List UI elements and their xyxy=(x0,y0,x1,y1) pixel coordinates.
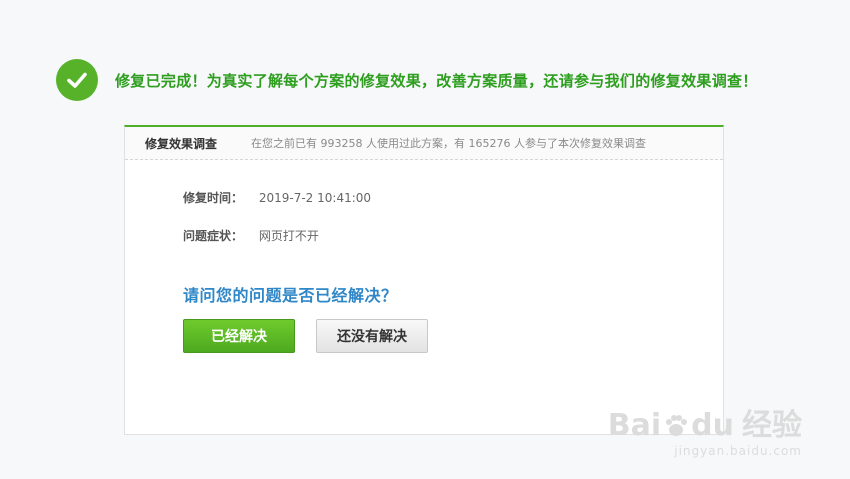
watermark-brand-cn: 经验 xyxy=(742,408,802,443)
symptom-value: 网页打不开 xyxy=(258,229,319,243)
repair-time-value: 2019-7-2 10:41:00 xyxy=(258,191,372,205)
symptom-row: 问题症状： 网页打不开 xyxy=(183,227,319,244)
survey-card-header: 修复效果调查 在您之前已有 993258 人使用过此方案，有 165276 人参… xyxy=(125,127,723,160)
baidu-jingyan-watermark: Bai du 经验 jingyan.baidu.com xyxy=(608,411,802,458)
watermark-url: jingyan.baidu.com xyxy=(674,444,802,458)
repair-time-label: 修复时间： xyxy=(183,191,244,205)
checkmark-icon xyxy=(56,59,98,101)
watermark-brand-a: Bai xyxy=(607,408,662,443)
banner-message: 修复已完成！为真实了解每个方案的修复效果，改善方案质量，还请参与我们的修复效果调… xyxy=(115,71,758,90)
paw-icon xyxy=(666,415,688,436)
survey-title: 修复效果调查 xyxy=(145,136,218,151)
success-banner: 修复已完成！为真实了解每个方案的修复效果，改善方案质量，还请参与我们的修复效果调… xyxy=(56,59,758,101)
repair-time-row: 修复时间： 2019-7-2 10:41:00 xyxy=(183,189,371,206)
not-resolved-button[interactable]: 还没有解决 xyxy=(316,319,428,353)
symptom-label: 问题症状： xyxy=(183,229,244,243)
survey-card: 修复效果调查 在您之前已有 993258 人使用过此方案，有 165276 人参… xyxy=(124,125,724,435)
resolved-button[interactable]: 已经解决 xyxy=(183,319,295,353)
watermark-logo: Bai du 经验 xyxy=(608,411,802,441)
survey-participation-note: 在您之前已有 993258 人使用过此方案，有 165276 人参与了本次修复效… xyxy=(251,137,646,150)
resolved-question: 请问您的问题是否已经解决？ xyxy=(183,286,398,305)
watermark-brand-b: du xyxy=(691,408,734,443)
